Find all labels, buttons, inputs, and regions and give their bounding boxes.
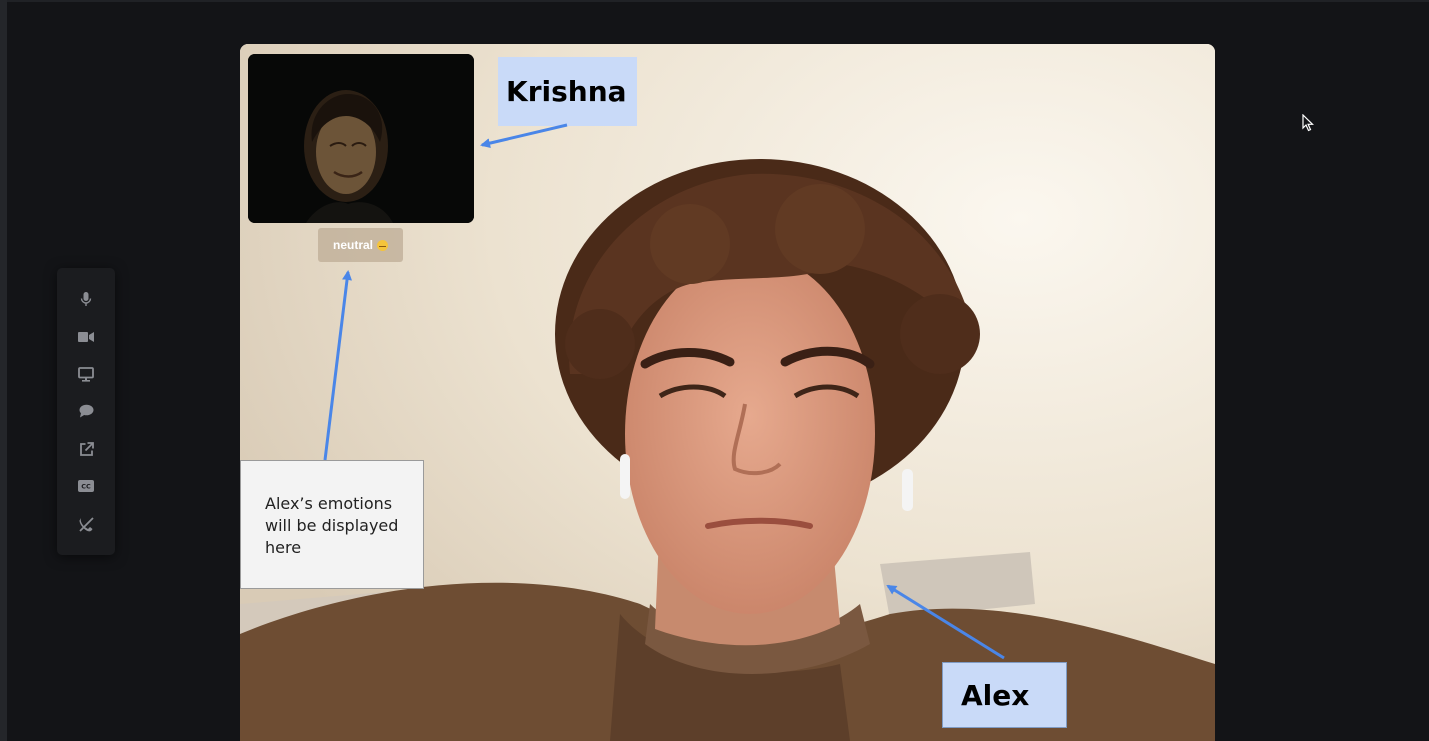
- window-top-edge: [0, 0, 1429, 2]
- window-left-edge: [0, 0, 7, 741]
- end-call-icon: [78, 516, 94, 532]
- popout-icon: [79, 441, 94, 456]
- svg-text:CC: CC: [81, 483, 91, 491]
- neutral-face-icon: [377, 239, 388, 251]
- annotation-emotion-note: Alex’s emotions will be displayed here: [240, 460, 424, 589]
- annotation-krishna: Krishna: [498, 57, 637, 126]
- mouse-cursor-icon: [1302, 114, 1314, 132]
- microphone-button[interactable]: [76, 289, 96, 309]
- camera-button[interactable]: [76, 327, 96, 347]
- emotion-badge: neutral: [318, 228, 403, 262]
- captions-button[interactable]: CC: [76, 476, 96, 496]
- chat-button[interactable]: [76, 401, 96, 421]
- microphone-icon: [80, 292, 92, 306]
- emotion-label: neutral: [332, 238, 373, 252]
- screen-share-button[interactable]: [76, 364, 96, 384]
- popout-button[interactable]: [76, 439, 96, 459]
- annotation-alex: Alex: [942, 662, 1067, 728]
- local-participant-feed: [248, 54, 474, 223]
- screen-share-icon: [78, 366, 94, 382]
- call-toolbar: CC: [57, 268, 115, 555]
- end-call-button[interactable]: [76, 514, 96, 534]
- closed-captions-icon: CC: [78, 480, 94, 492]
- self-view-video: [248, 54, 474, 223]
- video-camera-icon: [78, 332, 94, 342]
- chat-icon: [79, 404, 93, 418]
